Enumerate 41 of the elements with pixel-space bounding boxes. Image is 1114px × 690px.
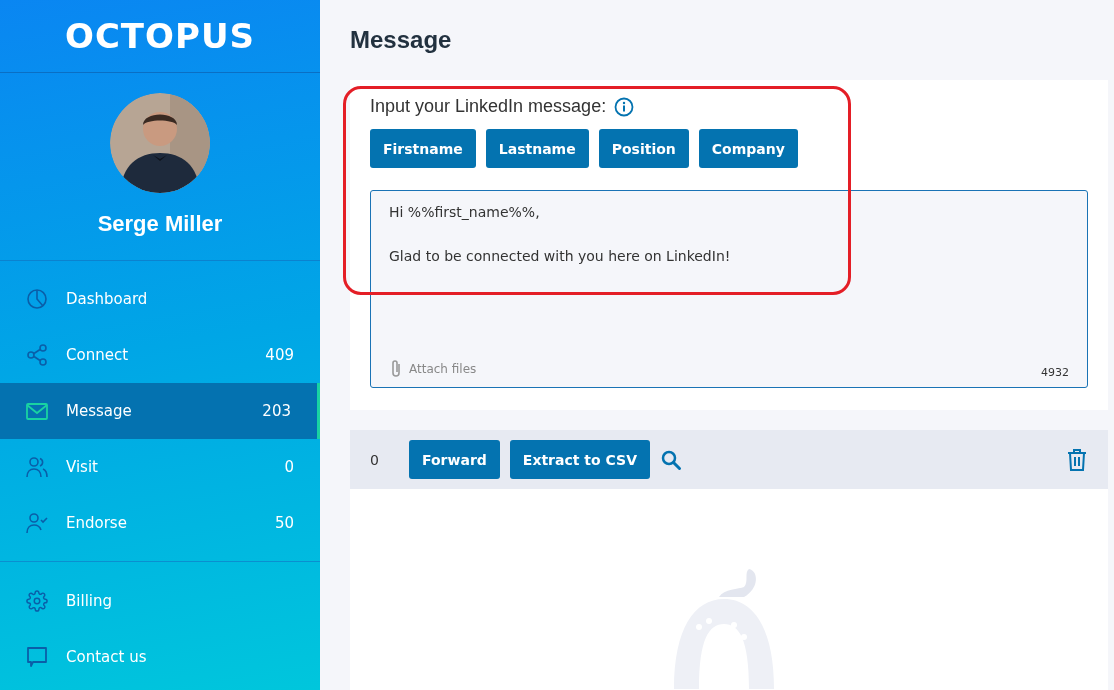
users-icon	[26, 456, 48, 478]
token-button[interactable]: Lastname	[485, 129, 589, 168]
nav-label: Message	[66, 402, 133, 420]
paperclip-icon	[389, 359, 403, 379]
mail-icon	[26, 400, 48, 422]
attach-label: Attach files	[409, 362, 477, 376]
char-counter: 4932	[1041, 366, 1069, 379]
page-title: Message	[350, 26, 453, 55]
chat-icon	[26, 646, 48, 668]
toolbar-button[interactable]: Extract to CSV	[509, 440, 650, 479]
selected-count: 0	[370, 451, 380, 468]
nav-item[interactable]: Dashboard	[0, 271, 320, 327]
nav-label: Billing	[66, 592, 113, 610]
nav-label: Visit	[66, 458, 99, 476]
nav-label: Connect	[66, 346, 130, 364]
nav-count: 0	[284, 458, 294, 476]
message-field[interactable]: Hi %%first_name%%, Glad to be connected with you here on LinkedIn! Attach files 4932	[370, 190, 1088, 388]
nav-item[interactable]: Message 203	[0, 383, 320, 439]
user-check-icon	[26, 512, 48, 534]
logo: OCTOPUS	[65, 16, 255, 56]
user-name: Serge Miller	[97, 211, 223, 237]
toolbar-button[interactable]: Forward	[409, 440, 500, 479]
token-button[interactable]: Position	[598, 129, 689, 168]
composer-label: Input your LinkedIn message:	[370, 96, 607, 117]
settings-icon	[26, 590, 48, 612]
nav-count: 50	[274, 514, 294, 532]
token-button[interactable]: Firstname	[370, 129, 476, 168]
nav-count: 203	[262, 402, 291, 420]
nav-label: Contact us	[66, 648, 148, 666]
nav-label: Endorse	[66, 514, 128, 532]
search-icon[interactable]	[659, 448, 682, 471]
trash-icon[interactable]	[1066, 447, 1088, 472]
share-icon	[26, 344, 48, 366]
nav-item[interactable]: Connect 409	[0, 327, 320, 383]
nav-count: 409	[265, 346, 294, 364]
attach-files-link[interactable]: Attach files	[389, 359, 477, 379]
pie-chart-icon	[26, 288, 48, 310]
info-icon[interactable]	[614, 96, 635, 117]
nav-label: Dashboard	[66, 290, 149, 308]
token-button[interactable]: Company	[698, 129, 798, 168]
message-text: Hi %%first_name%%, Glad to be connected with you here on LinkedIn!	[389, 203, 731, 266]
